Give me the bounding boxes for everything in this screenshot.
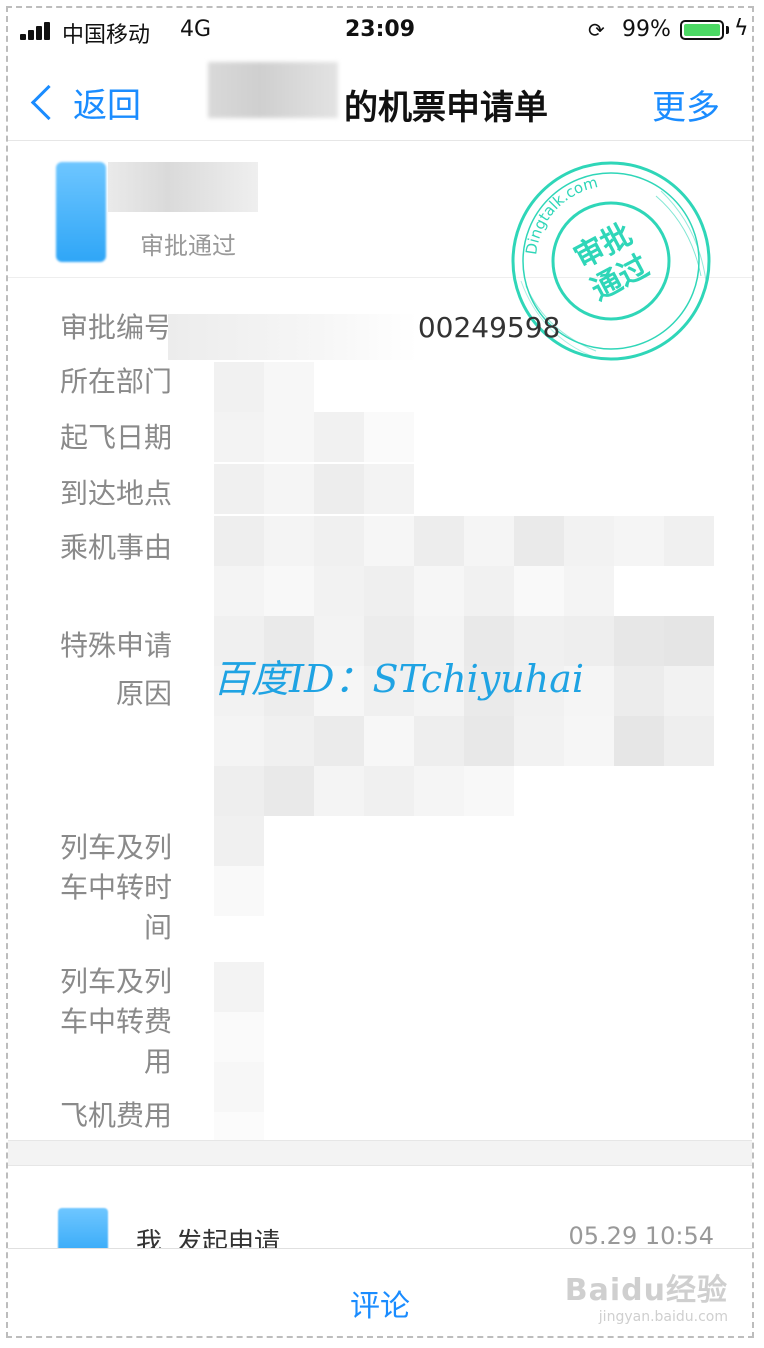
back-button[interactable]: 返回 — [28, 78, 141, 127]
approval-status-text: 审批通过 — [140, 232, 236, 260]
baidu-watermark: Baidu经验 jingyan.baidu.com — [565, 1265, 728, 1325]
nav-bar: 返回 的机票申请单 更多 — [8, 56, 752, 141]
phone-screen: 中国移动 4G 23:09 ⟳ 99% ϟ 返回 的机票申请单 更多 审批通过 — [6, 6, 754, 1338]
battery-percent: 99% — [622, 17, 671, 42]
avatar — [56, 162, 106, 262]
charging-bolt-icon: ϟ — [734, 16, 749, 41]
back-label: 返回 — [73, 86, 141, 126]
redaction-mosaic — [8, 298, 752, 1162]
section-divider — [8, 1140, 752, 1166]
bottom-bar: 评论 Baidu经验 jingyan.baidu.com — [8, 1248, 752, 1336]
baidu-url: jingyan.baidu.com — [598, 1309, 728, 1325]
battery-icon — [680, 20, 724, 40]
battery-cap — [726, 26, 729, 34]
status-bar: 中国移动 4G 23:09 ⟳ 99% ϟ — [8, 8, 752, 52]
chevron-left-icon — [30, 84, 67, 121]
baidu-logo: Baidu经验 — [564, 1273, 728, 1308]
timeline-time: 05.29 10:54 — [568, 1222, 715, 1250]
applicant-name-redaction — [108, 162, 258, 212]
rotation-lock-icon: ⟳ — [588, 18, 605, 42]
more-button[interactable]: 更多 — [652, 80, 720, 129]
watermark-text: 百度ID：STchiyuhai — [213, 657, 585, 701]
page-title: 的机票申请单 — [344, 88, 548, 128]
